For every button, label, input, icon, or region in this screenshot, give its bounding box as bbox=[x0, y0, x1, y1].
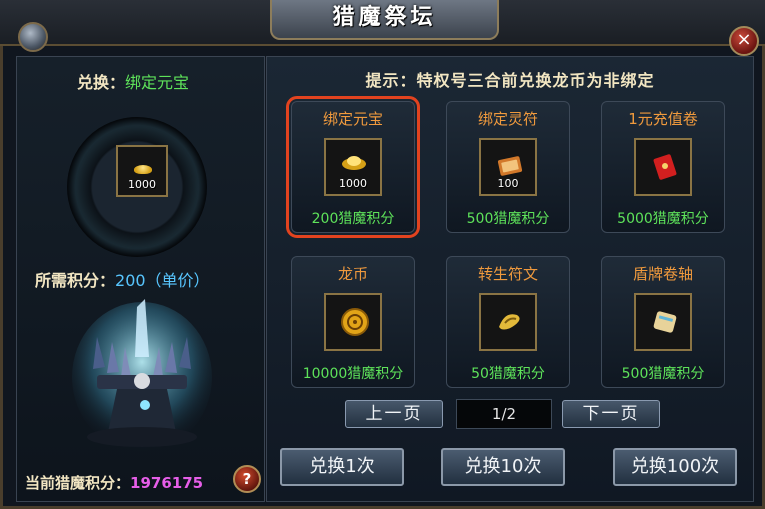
exchange-1-button[interactable]: 兑换1次 bbox=[280, 448, 404, 486]
item-slot bbox=[324, 293, 382, 351]
exchange-prefix: 兑换： bbox=[77, 73, 126, 92]
item-cost: 500猎魔积分 bbox=[466, 211, 550, 227]
item-slot bbox=[634, 293, 692, 351]
red-envelope-icon bbox=[653, 154, 677, 180]
window-title: 猎魔祭坛 bbox=[270, 0, 499, 40]
right-panel: 提示：特权号三合前兑换龙币为非绑定 绑定元宝 1000 200猎魔积分 绑定灵符… bbox=[266, 56, 754, 502]
item-card-bound-ingot[interactable]: 绑定元宝 1000 200猎魔积分 bbox=[286, 96, 420, 238]
next-page-button[interactable]: 下一页 bbox=[562, 400, 660, 428]
item-slot bbox=[634, 138, 692, 196]
required-points-value: 200（单价） bbox=[115, 271, 210, 290]
item-name: 龙币 bbox=[337, 265, 368, 283]
item-cost: 5000猎魔积分 bbox=[617, 211, 709, 227]
item-card-bound-talisman[interactable]: 绑定灵符 100 500猎魔积分 bbox=[446, 101, 570, 233]
item-slot: 100 bbox=[479, 138, 537, 196]
required-points-prefix: 所需积分： bbox=[35, 271, 116, 290]
help-icon[interactable]: ? bbox=[233, 465, 261, 493]
gold-ingot-icon bbox=[342, 156, 366, 170]
current-points-prefix: 当前猎魔积分： bbox=[25, 474, 131, 492]
prev-page-button[interactable]: 上一页 bbox=[345, 400, 443, 428]
item-card-dragon-coin[interactable]: 龙币 10000猎魔积分 bbox=[291, 256, 415, 388]
current-points: 当前猎魔积分：1976175 bbox=[25, 472, 203, 493]
item-name: 绑定元宝 bbox=[322, 110, 383, 128]
item-card-shield-scroll[interactable]: 盾牌卷轴 500猎魔积分 bbox=[601, 256, 725, 388]
item-cost: 200猎魔积分 bbox=[311, 211, 395, 227]
gold-ingot-icon bbox=[134, 165, 152, 174]
page-indicator: 1/2 bbox=[456, 399, 552, 429]
exchange-item-name: 绑定元宝 bbox=[125, 73, 190, 92]
item-cost: 50猎魔积分 bbox=[471, 366, 545, 382]
current-points-value: 1976175 bbox=[130, 474, 204, 492]
item-name: 转生符文 bbox=[477, 265, 538, 283]
close-button[interactable]: × bbox=[729, 26, 759, 56]
required-points: 所需积分：200（单价） bbox=[35, 267, 210, 291]
selected-item-slot[interactable]: 1000 bbox=[116, 145, 168, 197]
item-cost: 500猎魔积分 bbox=[621, 366, 705, 382]
item-card-recharge-voucher[interactable]: 1元充值卷 5000猎魔积分 bbox=[601, 101, 725, 233]
exchange-100-button[interactable]: 兑换100次 bbox=[613, 448, 737, 486]
exchange-label: 兑换：绑定元宝 bbox=[77, 69, 189, 93]
item-count: 100 bbox=[497, 177, 519, 190]
item-name: 盾牌卷轴 bbox=[632, 265, 693, 283]
left-panel: 兑换：绑定元宝 1000 所需积分：200（单价） 当前猎魔积分：1976175 bbox=[16, 56, 265, 502]
dragon-coin-icon bbox=[341, 308, 369, 336]
altar-illustration bbox=[72, 299, 212, 452]
rune-icon bbox=[499, 314, 520, 330]
item-name: 绑定灵符 bbox=[477, 110, 538, 128]
item-slot: 1000 bbox=[324, 138, 382, 196]
exchange-10-button[interactable]: 兑换10次 bbox=[441, 448, 565, 486]
item-slot bbox=[479, 293, 537, 351]
item-cost: 10000猎魔积分 bbox=[302, 366, 404, 382]
orb-ornament-icon bbox=[18, 22, 48, 52]
tip-text: 提示：特权号三合前兑换龙币为非绑定 bbox=[365, 71, 655, 90]
selected-item-count: 1000 bbox=[128, 178, 156, 191]
item-card-rebirth-rune[interactable]: 转生符文 50猎魔积分 bbox=[446, 256, 570, 388]
scroll-icon bbox=[653, 311, 677, 333]
item-count: 1000 bbox=[339, 177, 367, 190]
item-name: 1元充值卷 bbox=[628, 110, 698, 128]
